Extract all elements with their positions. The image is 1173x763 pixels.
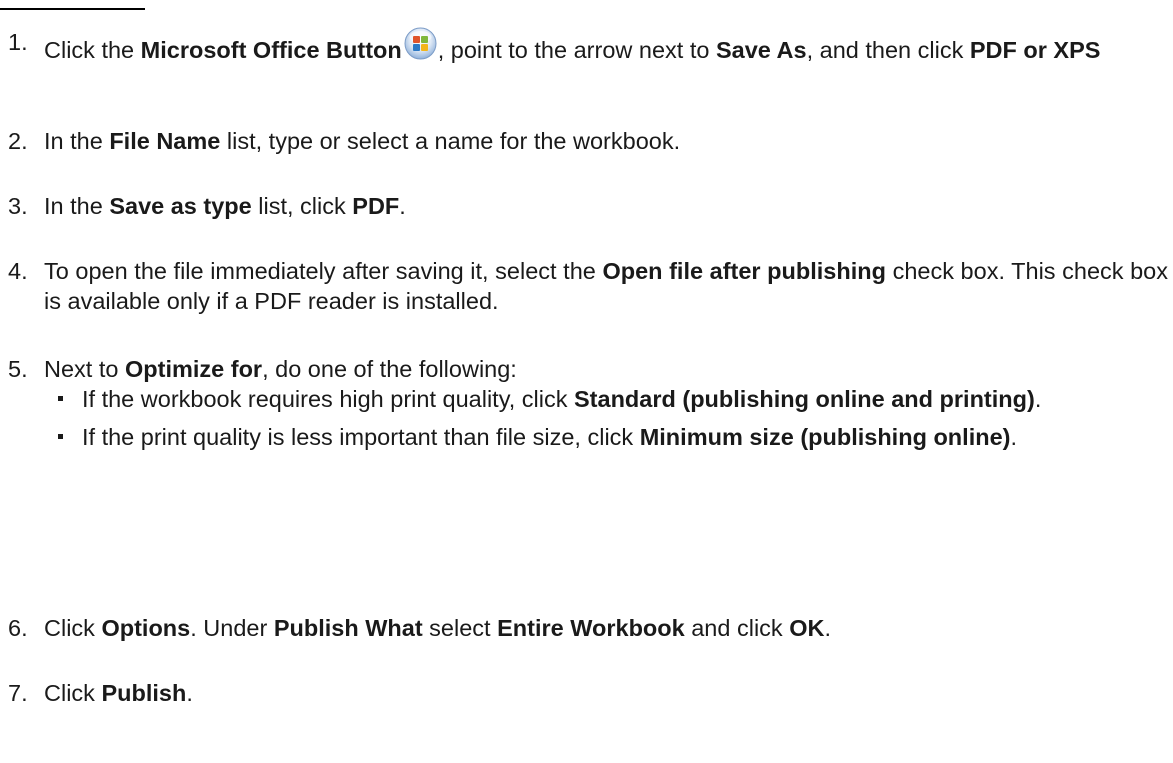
sub-list-item: If the print quality is less important t… (44, 422, 1165, 452)
step-number: 5. (8, 356, 28, 382)
step-text: In the File Name list, type or select a … (44, 128, 681, 154)
square-bullet-icon (58, 434, 63, 439)
list-item-step-5: 5. Next to Optimize for, do one of the f… (8, 354, 1168, 384)
step-text: Click the Microsoft Office Button , poin… (44, 27, 1168, 65)
step-text: In the Save as type list, click PDF. (44, 193, 406, 219)
step-number: 7. (8, 680, 28, 706)
list-item-step-6: 6. Click Options. Under Publish What sel… (8, 613, 1168, 643)
step-number: 3. (8, 193, 28, 219)
list-item-step-2: 2. In the File Name list, type or select… (8, 126, 1168, 156)
step-text: To open the file immediately after savin… (44, 258, 1169, 314)
step-number: 2. (8, 128, 28, 154)
list-item-step-1: 1. Click the Microsoft Office Button , p… (8, 27, 1168, 65)
sub-list-item: If the workbook requires high print qual… (44, 384, 1165, 414)
square-bullet-icon (58, 396, 63, 401)
sub-list: If the workbook requires high print qual… (44, 384, 1165, 460)
office-button-icon (404, 27, 437, 60)
list-item-step-7: 7. Click Publish. (8, 678, 1168, 708)
list-item-step-3: 3. In the Save as type list, click PDF. (8, 191, 1168, 221)
step-text: Next to Optimize for, do one of the foll… (44, 356, 517, 382)
step-text: Click Options. Under Publish What select… (44, 615, 831, 641)
step-number: 1. (8, 29, 28, 55)
step-text: Click Publish. (44, 680, 193, 706)
list-item-step-4: 4. To open the file immediately after sa… (8, 256, 1168, 316)
step-number: 4. (8, 258, 28, 284)
instruction-list: 1. Click the Microsoft Office Button , p… (0, 0, 1173, 763)
step-number: 6. (8, 615, 28, 641)
